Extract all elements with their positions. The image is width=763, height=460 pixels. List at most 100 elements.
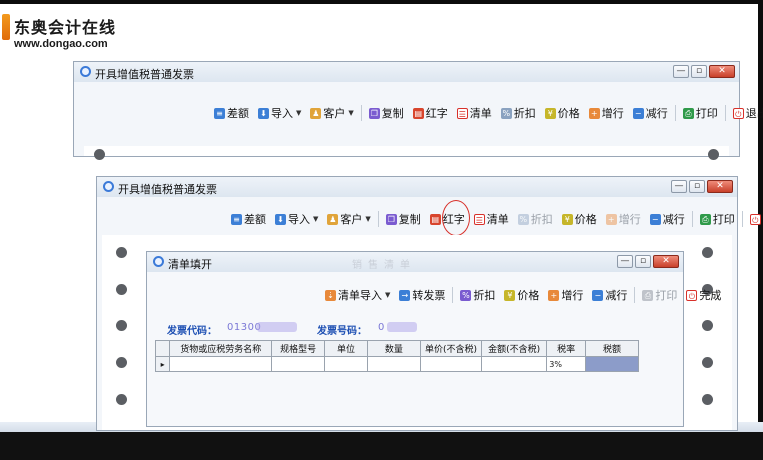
list-icon: ☰	[473, 213, 485, 225]
diff-icon: ≡	[214, 107, 225, 119]
discount-icon: %	[500, 107, 512, 119]
close-button[interactable]: ✕	[653, 255, 679, 268]
copy-button[interactable]: ❐ 复制	[367, 105, 406, 121]
price-icon: ¥	[504, 289, 516, 301]
cell-tax-rate[interactable]: 3%	[546, 356, 586, 372]
list-fill-dialog: 清单填开 — ▫ ✕ 销售清单 ⇣ 清单导入 ▼ → 转发票 % 折扣 ¥ 价格 + 增行 …	[146, 251, 721, 427]
app-icon	[153, 256, 164, 267]
cell-goods-name[interactable]	[169, 356, 273, 372]
minimize-button[interactable]: —	[671, 180, 687, 193]
cell-quantity[interactable]	[366, 356, 421, 372]
print-button[interactable]: ⎙ 打印	[640, 287, 679, 303]
customer-button[interactable]: ♟ 客户 ▼	[325, 211, 372, 227]
to-invoice-button[interactable]: → 转发票	[397, 287, 447, 303]
delete-row-button[interactable]: − 减行	[631, 105, 670, 121]
diff-button[interactable]: ≡ 差额	[229, 211, 268, 227]
red-invoice-icon: ▤	[429, 213, 441, 225]
discount-button[interactable]: % 折扣	[499, 105, 538, 121]
copy-icon: ❐	[385, 213, 397, 225]
logo-mark-icon	[2, 14, 10, 40]
delete-row-button[interactable]: − 减行	[590, 287, 629, 303]
minimize-button[interactable]: —	[617, 255, 633, 268]
cell-spec[interactable]	[271, 356, 326, 372]
paper-hole	[702, 357, 713, 368]
diff-icon: ≡	[231, 213, 242, 225]
arrow-right-icon: →	[399, 289, 411, 301]
delete-row-button[interactable]: − 减行	[648, 211, 687, 227]
col-quantity: 数量	[366, 340, 421, 357]
cell-unit-price[interactable]	[419, 356, 483, 372]
list-button-highlight	[442, 200, 470, 236]
import-icon: ⬇	[275, 213, 286, 225]
import-button[interactable]: ⬇ 导入 ▼	[256, 105, 303, 121]
discount-icon: %	[460, 289, 472, 301]
maximize-button[interactable]: ▫	[689, 180, 705, 193]
cell-unit[interactable]	[324, 356, 368, 372]
invoice-number-label: 发票号码：	[317, 326, 367, 337]
red-invoice-icon: ▤	[412, 107, 424, 119]
table-header-row: 货物或应税劳务名称 规格型号 单位 数量 单价(不含税) 金额(不含税) 税率 …	[154, 340, 640, 357]
list-button[interactable]: ☰ 清单	[455, 105, 494, 121]
minimize-button[interactable]: —	[673, 65, 689, 78]
price-button[interactable]: ¥ 价格	[543, 105, 582, 121]
price-icon: ¥	[544, 107, 556, 119]
diff-button[interactable]: ≡ 差额	[212, 105, 251, 121]
back-invoice-window: 开具增值税普通发票 — ▫ ✕ ≡ 差额 ⬇ 导入 ▼ ♟ 客户 ▼ ❐ 复制 ▤ 红字 ☰ 清…	[73, 61, 763, 160]
paper-hole	[708, 149, 719, 160]
paper-hole	[116, 247, 127, 258]
back-window-title: 开具增值税普通发票	[95, 68, 194, 81]
close-button[interactable]: ✕	[709, 65, 735, 78]
discount-button[interactable]: % 折扣	[458, 287, 497, 303]
cell-amount[interactable]	[481, 356, 548, 372]
row-header-corner	[154, 340, 171, 357]
invoice-code-redaction	[257, 322, 297, 332]
discount-button[interactable]: % 折扣	[516, 211, 555, 227]
power-icon: ⏻	[732, 107, 744, 119]
cell-tax-amount[interactable]	[584, 356, 640, 372]
print-icon: ⎙	[642, 289, 654, 301]
maximize-button[interactable]: ▫	[635, 255, 651, 268]
add-row-button[interactable]: + 增行	[604, 211, 643, 227]
row-pointer: ▸	[154, 356, 171, 372]
paper-hole	[116, 320, 127, 331]
paper-hole	[116, 357, 127, 368]
dialog-toolbar: ⇣ 清单导入 ▼ → 转发票 % 折扣 ¥ 价格 + 增行 − 减行 ⎙ 打印 ⏻ 完成	[323, 287, 728, 303]
col-tax-rate: 税率	[546, 340, 586, 357]
col-unit-price: 单价(不含税)	[419, 340, 483, 357]
brand-name: 东奥会计在线	[14, 18, 117, 37]
print-button[interactable]: ⎙ 打印	[698, 211, 737, 227]
invoice-number-value: 0	[378, 322, 385, 333]
power-icon: ⏻	[686, 289, 698, 301]
delete-row-icon: −	[592, 289, 604, 301]
exit-button[interactable]: ⏻退出	[748, 211, 763, 227]
table-row[interactable]: ▸ 3%	[154, 356, 640, 372]
back-invoice-paper	[84, 146, 729, 160]
invoice-code-label: 发票代码：	[167, 326, 217, 337]
front-window-title: 开具增值税普通发票	[118, 183, 217, 196]
price-button[interactable]: ¥ 价格	[560, 211, 599, 227]
list-import-button[interactable]: ⇣ 清单导入 ▼	[323, 287, 392, 303]
add-row-button[interactable]: + 增行	[546, 287, 585, 303]
app-icon	[80, 66, 91, 77]
exit-button[interactable]: ⏻退出	[731, 105, 763, 121]
print-button[interactable]: ⎙ 打印	[681, 105, 720, 121]
copy-button[interactable]: ❐ 复制	[384, 211, 423, 227]
paper-hole	[116, 284, 127, 295]
screen-bottom-border	[0, 432, 763, 460]
add-row-button[interactable]: + 增行	[587, 105, 626, 121]
print-icon: ⎙	[682, 107, 694, 119]
customer-button[interactable]: ♟ 客户 ▼	[308, 105, 355, 121]
close-button[interactable]: ✕	[707, 180, 733, 193]
col-spec: 规格型号	[271, 340, 326, 357]
import-button[interactable]: ⬇ 导入 ▼	[273, 211, 320, 227]
list-button[interactable]: ☰ 清单	[472, 211, 511, 227]
paper-hole	[702, 320, 713, 331]
maximize-button[interactable]: ▫	[691, 65, 707, 78]
finish-button[interactable]: ⏻ 完成	[684, 287, 723, 303]
paper-hole	[116, 394, 127, 405]
red-invoice-button[interactable]: ▤ 红字	[411, 105, 450, 121]
add-row-icon: +	[588, 107, 600, 119]
brand-logo: 东奥会计在线 www.dongao.com	[2, 8, 132, 54]
print-icon: ⎙	[699, 213, 711, 225]
price-button[interactable]: ¥ 价格	[502, 287, 541, 303]
